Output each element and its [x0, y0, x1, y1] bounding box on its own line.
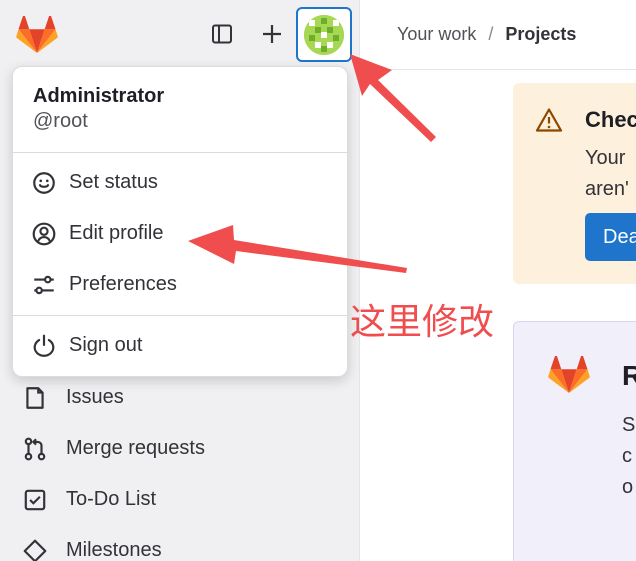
annotation-text: 这里修改: [350, 302, 495, 343]
user-circle-icon: [32, 222, 56, 245]
breadcrumb: Your work / Projects: [361, 0, 636, 70]
warning-icon: [535, 108, 563, 132]
user-menu-dropdown: Administrator @root Set status Edit prof…: [12, 66, 348, 377]
promo-line: S: [622, 414, 636, 436]
power-icon: [33, 334, 55, 357]
sign-out-item[interactable]: Sign out: [13, 320, 347, 371]
promo-line: c: [622, 445, 632, 467]
promo-line: o: [622, 476, 634, 498]
menu-item-label: Sign out: [69, 334, 143, 356]
set-status-item[interactable]: Set status: [13, 157, 347, 208]
alert-action-button[interactable]: Dea: [585, 213, 636, 261]
sidebar-nav: Issues Merge requests To-Do List Milesto…: [0, 372, 360, 561]
sidebar-toggle-icon: [212, 24, 232, 44]
smiley-icon: [33, 171, 55, 194]
alert-line: aren': [585, 178, 629, 200]
user-username: @root: [33, 110, 88, 132]
promo-title: R: [622, 360, 636, 392]
identicon-avatar: [304, 14, 344, 55]
gitlab-logo-icon: [548, 356, 590, 393]
breadcrumb-your-work[interactable]: Your work: [397, 24, 476, 45]
todo-checkbox-icon: [24, 489, 46, 510]
promo-card: R S c o: [513, 321, 636, 561]
sidebar-item-label: Merge requests: [66, 437, 205, 459]
sidebar-item-label: Milestones: [66, 539, 162, 561]
sidebar-item-milestones[interactable]: Milestones: [0, 525, 360, 561]
user-display-name: Administrator: [33, 85, 165, 107]
user-menu-header[interactable]: Administrator @root: [13, 67, 347, 153]
menu-item-label: Set status: [69, 171, 158, 193]
merge-request-icon: [24, 437, 46, 460]
edit-profile-item[interactable]: Edit profile: [13, 208, 347, 259]
issues-icon: [26, 386, 44, 409]
user-avatar-button[interactable]: [296, 7, 352, 62]
alert-title: Chec: [585, 107, 636, 132]
gitlab-logo-icon[interactable]: [16, 16, 58, 54]
plus-icon: [263, 25, 281, 43]
user-menu-items: Set status Edit profile Preferences: [13, 153, 347, 316]
alert-line: Your: [585, 147, 626, 169]
sidebar-item-merge-requests[interactable]: Merge requests: [0, 423, 360, 474]
breadcrumb-separator: /: [488, 24, 494, 44]
sidebar-item-label: Issues: [66, 386, 124, 408]
sidebar-toggle-button[interactable]: [208, 20, 236, 48]
sidebar-item-todo-list[interactable]: To-Do List: [0, 474, 360, 525]
preferences-icon: [34, 275, 54, 294]
promo-body: S c o: [622, 410, 635, 503]
create-new-button[interactable]: [258, 20, 286, 48]
menu-item-label: Edit profile: [69, 222, 164, 244]
warning-alert: Chec Your aren' Dea: [513, 83, 636, 284]
milestone-diamond-icon: [23, 539, 47, 561]
sidebar-item-issues[interactable]: Issues: [0, 372, 360, 423]
menu-item-label: Preferences: [69, 273, 177, 295]
breadcrumb-projects[interactable]: Projects: [505, 24, 576, 45]
preferences-item[interactable]: Preferences: [13, 259, 347, 310]
sidebar-item-label: To-Do List: [66, 488, 157, 510]
alert-body: Your aren': [585, 143, 629, 205]
user-menu-signout-group: Sign out: [13, 316, 347, 371]
